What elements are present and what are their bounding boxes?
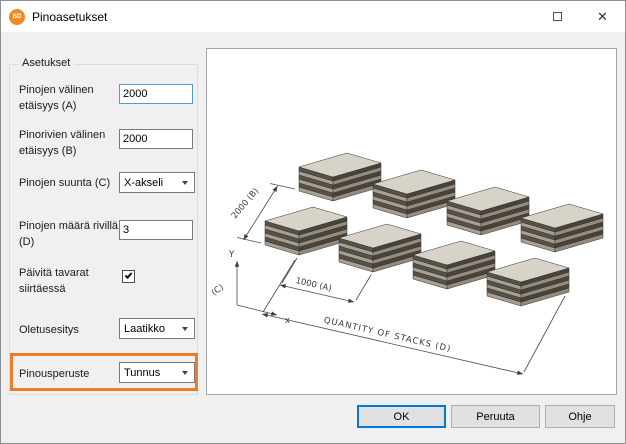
axis-y-label: Y — [228, 250, 235, 260]
dialog-window: BD Pinoasetukset ✕ Asetukset Pinojen väl… — [0, 0, 626, 444]
chevron-down-icon — [182, 327, 188, 331]
stacking-basis-label: Pinousperuste — [19, 367, 119, 383]
default-view-value: Laatikko — [120, 323, 182, 335]
update-items-label: Päivitä tavarat siirtäessä — [19, 266, 119, 298]
app-icon-label: BD — [13, 14, 22, 20]
stacking-basis-select[interactable]: Tunnus — [119, 362, 195, 383]
dimension-label-b: 2000 (B) — [230, 186, 261, 221]
window-title: Pinoasetukset — [32, 10, 107, 24]
help-button[interactable]: Ohje — [545, 405, 615, 428]
dimension-label-a: 1000 (A) — [294, 276, 332, 294]
row-distance-label: Pinorivien välinen etäisyys (B) — [19, 128, 119, 160]
stack-direction-value: X-akseli — [120, 177, 182, 189]
stack-distance-input[interactable] — [119, 84, 193, 104]
stack-preview-drawing: 2000 (B) 1000 (A) QUANTITY OF STACKS (D)… — [207, 49, 616, 394]
caption-buttons: ✕ — [535, 1, 625, 32]
update-items-checkbox[interactable] — [122, 270, 135, 283]
stack-distance-label: Pinojen välinen etäisyys (A) — [19, 83, 119, 115]
check-icon — [125, 271, 133, 279]
stack-direction-select[interactable]: X-akseli — [119, 172, 195, 193]
app-icon: BD — [9, 9, 25, 25]
close-button[interactable]: ✕ — [580, 1, 625, 32]
titlebar[interactable]: BD Pinoasetukset ✕ — [1, 1, 625, 32]
row-distance-input[interactable] — [119, 129, 193, 149]
dialog-body: Asetukset Pinojen välinen etäisyys (A) P… — [1, 32, 625, 443]
axis-c-label: (C) — [210, 283, 226, 298]
close-icon: ✕ — [597, 10, 608, 23]
settings-group-label: Asetukset — [18, 57, 74, 69]
ok-button[interactable]: OK — [357, 405, 446, 428]
maximize-icon — [553, 12, 562, 21]
preview-panel: 2000 (B) 1000 (A) QUANTITY OF STACKS (D)… — [206, 48, 617, 395]
cancel-button[interactable]: Peruuta — [451, 405, 540, 428]
dimension-label-d: QUANTITY OF STACKS (D) — [323, 315, 452, 354]
default-view-select[interactable]: Laatikko — [119, 318, 195, 339]
stacks-per-row-label: Pinojen määrä rivillä (D) — [19, 219, 119, 251]
stack-direction-label: Pinojen suunta (C) — [19, 176, 119, 192]
maximize-button[interactable] — [535, 1, 580, 32]
axis-x-label: x — [285, 316, 290, 326]
stacks-per-row-input[interactable] — [119, 220, 193, 240]
stacking-basis-value: Tunnus — [120, 367, 182, 379]
default-view-label: Oletusesitys — [19, 323, 119, 339]
chevron-down-icon — [182, 181, 188, 185]
chevron-down-icon — [182, 371, 188, 375]
